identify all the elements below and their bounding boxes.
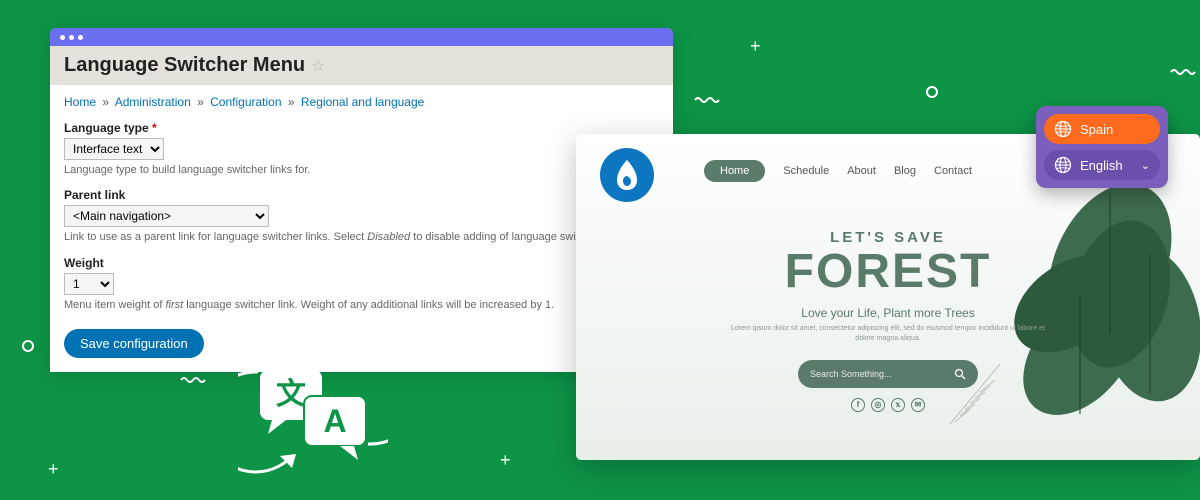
- twitter-icon[interactable]: 𝕩: [891, 398, 905, 412]
- language-switcher: Spain English ⌄: [1036, 106, 1168, 188]
- circle-icon: [926, 86, 938, 98]
- form-row-weight: Weight 1 Menu item weight of first langu…: [64, 256, 659, 313]
- breadcrumb-link[interactable]: Regional and language: [301, 95, 424, 109]
- hero: LET'S SAVE FOREST Love your Life, Plant …: [576, 229, 1200, 412]
- chevron-down-icon: ⌄: [1141, 159, 1150, 172]
- mail-icon[interactable]: ✉: [911, 398, 925, 412]
- globe-icon: [1054, 120, 1072, 138]
- breadcrumb-link[interactable]: Administration: [115, 95, 191, 109]
- hero-kicker: LET'S SAVE: [576, 229, 1200, 246]
- lang-option-english[interactable]: English ⌄: [1044, 150, 1160, 180]
- weight-select[interactable]: 1: [64, 273, 114, 295]
- squiggle-icon: [1170, 68, 1196, 76]
- facebook-icon[interactable]: f: [851, 398, 865, 412]
- window-dot: [78, 35, 83, 40]
- weight-help: Menu item weight of first language switc…: [64, 298, 659, 313]
- search-icon[interactable]: [954, 368, 966, 380]
- window-dot: [69, 35, 74, 40]
- window-dot: [60, 35, 65, 40]
- lang-label: English: [1080, 158, 1123, 173]
- breadcrumb-link[interactable]: Configuration: [210, 95, 281, 109]
- language-type-help: Language type to build language switcher…: [64, 163, 659, 178]
- admin-header: Language Switcher Menu ☆: [50, 46, 673, 85]
- plus-icon: +: [750, 36, 761, 57]
- svg-text:A: A: [323, 403, 346, 439]
- lang-option-spain[interactable]: Spain: [1044, 114, 1160, 144]
- required-marker: *: [152, 121, 157, 135]
- parent-link-select[interactable]: <Main navigation>: [64, 205, 269, 227]
- plus-icon: +: [48, 459, 59, 480]
- hero-lorem: Lorem ipsum dolor sit amet, consectetur …: [728, 324, 1048, 344]
- label-text: Language type: [64, 121, 149, 135]
- form-row-language-type: Language type * Interface text Language …: [64, 121, 659, 178]
- hero-subtitle: Love your Life, Plant more Trees: [576, 306, 1200, 320]
- nav-schedule[interactable]: Schedule: [783, 165, 829, 177]
- language-type-select[interactable]: Interface text: [64, 138, 164, 160]
- page-title: Language Switcher Menu: [64, 54, 305, 77]
- nav-home[interactable]: Home: [704, 160, 765, 182]
- search-input[interactable]: [810, 369, 946, 379]
- squiggle-icon: [180, 376, 206, 384]
- star-icon[interactable]: ☆: [311, 56, 325, 76]
- squiggle-icon: [694, 96, 720, 104]
- hero-title: FOREST: [576, 248, 1200, 296]
- circle-icon: [22, 340, 34, 352]
- plus-icon: +: [500, 450, 511, 471]
- site-nav: Home Schedule About Blog Contact: [704, 160, 972, 182]
- globe-icon: [1054, 156, 1072, 174]
- breadcrumb: Home » Administration » Configuration » …: [64, 95, 659, 109]
- parent-link-help: Link to use as a parent link for languag…: [64, 230, 659, 245]
- nav-contact[interactable]: Contact: [934, 165, 972, 177]
- instagram-icon[interactable]: ◎: [871, 398, 885, 412]
- nav-about[interactable]: About: [847, 165, 876, 177]
- svg-text:文: 文: [276, 377, 306, 411]
- window-titlebar: [50, 28, 673, 46]
- breadcrumb-link[interactable]: Home: [64, 95, 96, 109]
- language-type-label: Language type *: [64, 121, 659, 135]
- weight-label: Weight: [64, 256, 659, 270]
- nav-blog[interactable]: Blog: [894, 165, 916, 177]
- form-row-parent-link: Parent link <Main navigation> Link to us…: [64, 188, 659, 245]
- translate-icon: 文 A: [238, 338, 388, 478]
- site-logo[interactable]: [600, 148, 654, 202]
- parent-link-label: Parent link: [64, 188, 659, 202]
- save-configuration-button[interactable]: Save configuration: [64, 329, 204, 358]
- search-bar[interactable]: [798, 360, 978, 388]
- lang-label: Spain: [1080, 122, 1113, 137]
- social-row: f ◎ 𝕩 ✉: [576, 398, 1200, 412]
- drupal-icon: [613, 158, 641, 192]
